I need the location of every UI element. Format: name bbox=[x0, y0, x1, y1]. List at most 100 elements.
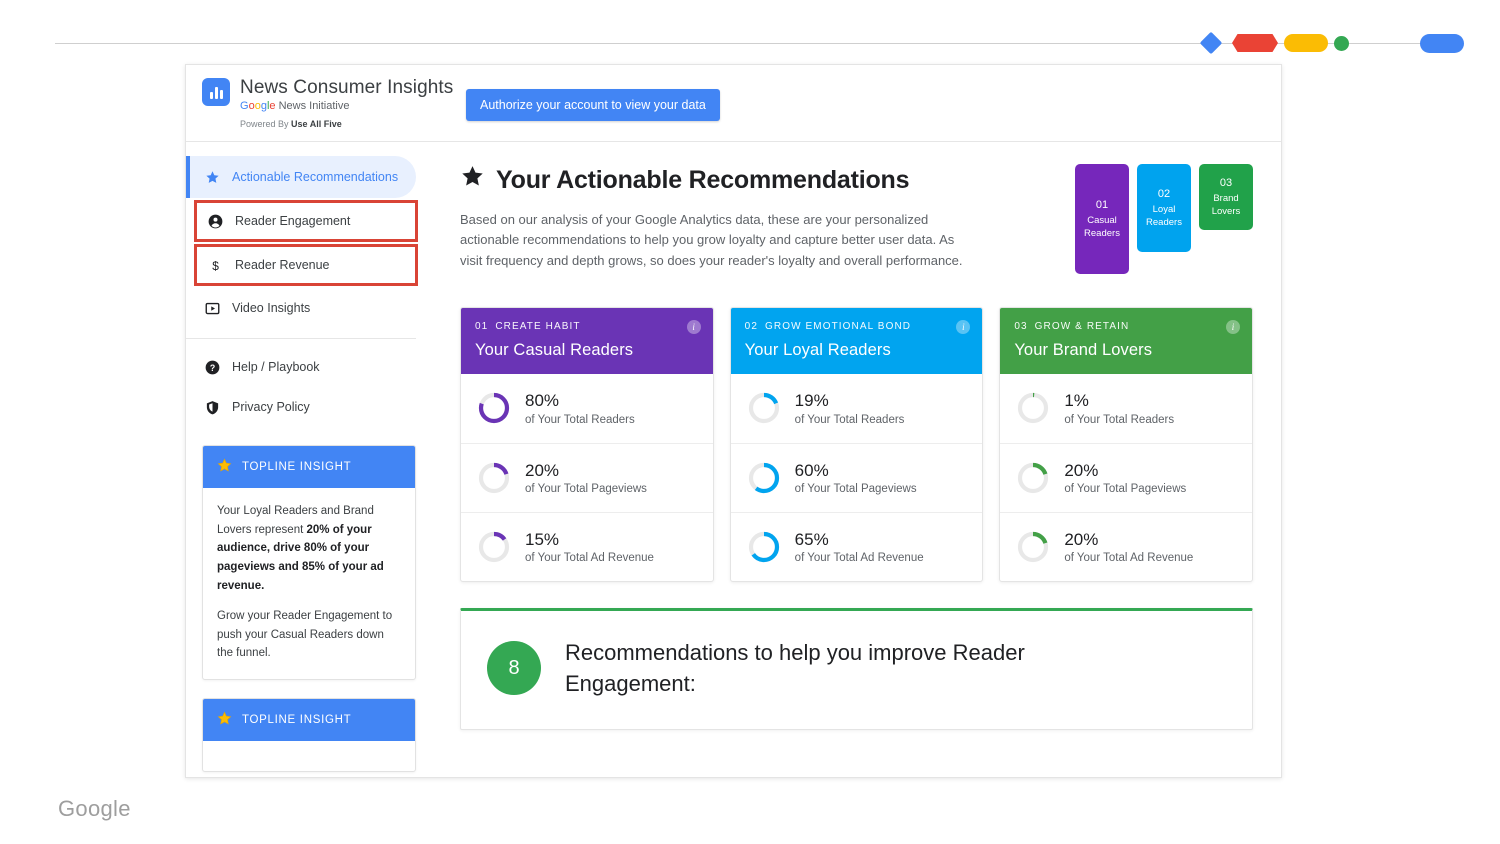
sidebar-item-label: Privacy Policy bbox=[232, 400, 310, 414]
brand-subtitle-rest: News Initiative bbox=[275, 100, 350, 112]
sidebar-item-privacy-policy[interactable]: Privacy Policy bbox=[186, 387, 432, 427]
recommendations-banner: 8 Recommendations to help you improve Re… bbox=[460, 607, 1253, 731]
funnel-bar-label: Loyal Readers bbox=[1146, 204, 1182, 228]
segment-card-kicker-text: GROW EMOTIONAL BOND bbox=[765, 320, 912, 332]
topline-insight-header: TOPLINE INSIGHT bbox=[203, 699, 415, 741]
segment-card-03: 03 GROW & RETAIN Your Brand Lovers i 1% of Yo… bbox=[999, 306, 1254, 582]
donut-chart bbox=[1018, 462, 1049, 493]
star-badge-icon bbox=[217, 458, 232, 476]
pill-shape-blue-icon bbox=[1420, 34, 1464, 53]
donut-chart bbox=[478, 393, 510, 424]
info-icon[interactable]: i bbox=[686, 319, 701, 334]
sidebar-item-actionable-recommendations[interactable]: Actionable Recommendations bbox=[186, 156, 416, 198]
segment-card-01: 01 CREATE HABIT Your Casual Readers i 80% of … bbox=[460, 306, 714, 582]
star-badge-icon bbox=[217, 711, 232, 729]
app-body: Actionable Recommendations Reader Engage… bbox=[186, 142, 1281, 777]
segment-stat-value: 15% bbox=[525, 529, 560, 549]
funnel-bar-03: 03 Brand Lovers bbox=[1199, 164, 1253, 230]
segment-card-header: 03 GROW & RETAIN Your Brand Lovers i bbox=[1000, 307, 1253, 374]
segment-card-kicker: 02 GROW EMOTIONAL BOND bbox=[745, 321, 969, 332]
page-description: Based on our analysis of your Google Ana… bbox=[460, 212, 963, 268]
funnel-bar-01: 01 Casual Readers bbox=[1075, 164, 1129, 274]
segment-stat-label: of Your Total Ad Revenue bbox=[525, 552, 654, 565]
sidebar-divider bbox=[186, 338, 416, 339]
sidebar: Actionable Recommendations Reader Engage… bbox=[186, 142, 432, 777]
segment-card-header: 01 CREATE HABIT Your Casual Readers i bbox=[461, 307, 713, 374]
segment-stat-value: 1% bbox=[1064, 391, 1089, 411]
segment-stat-value: 20% bbox=[1064, 529, 1099, 549]
help-icon: ? bbox=[204, 360, 220, 375]
segment-stat-row: 20% of Your Total Pageviews bbox=[1000, 442, 1253, 512]
authorize-account-button[interactable]: Authorize your account to view your data bbox=[466, 89, 720, 121]
segment-card-title: Your Casual Readers bbox=[475, 340, 634, 359]
segment-stat-label: of Your Total Pageviews bbox=[1064, 483, 1187, 496]
topline-insight-body bbox=[203, 741, 415, 771]
sidebar-item-label: Reader Engagement bbox=[235, 214, 351, 228]
segment-stat-value: 20% bbox=[1064, 460, 1099, 480]
topline-insight-paragraph-2: Grow your Reader Engagement to push your… bbox=[217, 610, 393, 660]
segment-stat-row: 80% of Your Total Readers bbox=[461, 374, 713, 443]
topline-insight-header-label: TOPLINE INSIGHT bbox=[242, 461, 352, 473]
topline-insight-card-2: TOPLINE INSIGHT bbox=[202, 698, 416, 772]
video-icon bbox=[204, 301, 220, 316]
svg-text:$: $ bbox=[212, 258, 219, 272]
app-window: News Consumer Insights Google News Initi… bbox=[185, 64, 1282, 778]
sidebar-item-label: Reader Revenue bbox=[235, 258, 330, 272]
funnel-bar-02: 02 Loyal Readers bbox=[1137, 164, 1191, 252]
main-content: Your Actionable Recommendations Based on… bbox=[432, 142, 1281, 777]
dot-shape-green-icon bbox=[1334, 36, 1349, 51]
topline-insight-header: TOPLINE INSIGHT bbox=[203, 446, 415, 488]
segment-stat-row: 20% of Your Total Ad Revenue bbox=[1000, 511, 1253, 581]
segment-stat-label: of Your Total Pageviews bbox=[525, 483, 647, 496]
segment-card-kicker-text: CREATE HABIT bbox=[495, 320, 581, 332]
brand-block: News Consumer Insights Google News Initi… bbox=[186, 65, 456, 129]
star-icon bbox=[204, 170, 220, 185]
sidebar-item-label: Help / Playbook bbox=[232, 360, 320, 374]
segment-card-kicker: 03 GROW & RETAIN bbox=[1014, 321, 1238, 332]
recommendations-count-badge: 8 bbox=[487, 641, 541, 696]
sidebar-item-reader-engagement[interactable]: Reader Engagement bbox=[194, 200, 418, 242]
sidebar-item-video-insights[interactable]: Video Insights bbox=[186, 288, 432, 328]
segment-stat-row: 19% of Your Total Readers bbox=[731, 374, 983, 443]
hexagon-shape-icon bbox=[1232, 34, 1278, 52]
brand-subtitle: Google News Initiative bbox=[240, 100, 350, 112]
segment-card-title: Your Loyal Readers bbox=[744, 340, 891, 359]
segment-card-header: 02 GROW EMOTIONAL BOND Your Loyal Readers i bbox=[730, 307, 983, 374]
funnel-bar-label: Brand Lovers bbox=[1211, 193, 1241, 217]
donut-chart bbox=[748, 531, 779, 562]
funnel-bars: 01 Casual Readers 02 Loyal Readers 03 Brand Love… bbox=[1075, 164, 1253, 274]
segment-stat-value: 19% bbox=[794, 391, 829, 411]
svg-text:?: ? bbox=[209, 362, 214, 372]
recommendations-title: Recommendations to help you improve Read… bbox=[565, 639, 1025, 697]
segment-card-number: 02 bbox=[744, 320, 758, 332]
star-icon bbox=[460, 164, 485, 196]
segment-card-number: 01 bbox=[475, 320, 489, 332]
funnel-bar-label: Casual Readers bbox=[1084, 215, 1120, 239]
segment-card-title: Your Brand Lovers bbox=[1014, 340, 1153, 359]
segment-stat-value: 60% bbox=[794, 460, 829, 480]
sidebar-item-reader-revenue[interactable]: $ Reader Revenue bbox=[194, 244, 418, 286]
segment-stat-row: 15% of Your Total Ad Revenue bbox=[461, 511, 713, 581]
donut-chart bbox=[748, 462, 779, 493]
segment-card-number: 03 bbox=[1014, 320, 1028, 332]
funnel-bar-number: 01 bbox=[1095, 199, 1109, 212]
segment-stat-row: 60% of Your Total Pageviews bbox=[730, 442, 983, 512]
segment-stat-label: of Your Total Readers bbox=[525, 413, 635, 426]
page-title-text: Your Actionable Recommendations bbox=[496, 165, 910, 194]
dollar-icon: $ bbox=[207, 258, 223, 273]
segment-card-kicker: 01 CREATE HABIT bbox=[475, 321, 699, 332]
segment-stat-value: 20% bbox=[525, 460, 560, 480]
person-icon bbox=[207, 214, 223, 229]
donut-chart bbox=[478, 531, 510, 562]
info-icon[interactable]: i bbox=[1226, 319, 1241, 334]
topline-insight-card-1: TOPLINE INSIGHT Your Loyal Readers and B… bbox=[202, 445, 416, 680]
donut-chart bbox=[1018, 393, 1049, 424]
segment-stat-row: 20% of Your Total Pageviews bbox=[461, 442, 713, 512]
funnel-bar-number: 03 bbox=[1219, 177, 1233, 190]
bar-chart-logo-icon bbox=[202, 78, 230, 106]
sidebar-item-help-playbook[interactable]: ? Help / Playbook bbox=[186, 347, 432, 387]
donut-chart bbox=[748, 393, 779, 424]
donut-chart bbox=[1018, 531, 1049, 562]
diamond-shape-icon bbox=[1199, 31, 1223, 55]
app-title: News Consumer Insights bbox=[240, 77, 454, 98]
